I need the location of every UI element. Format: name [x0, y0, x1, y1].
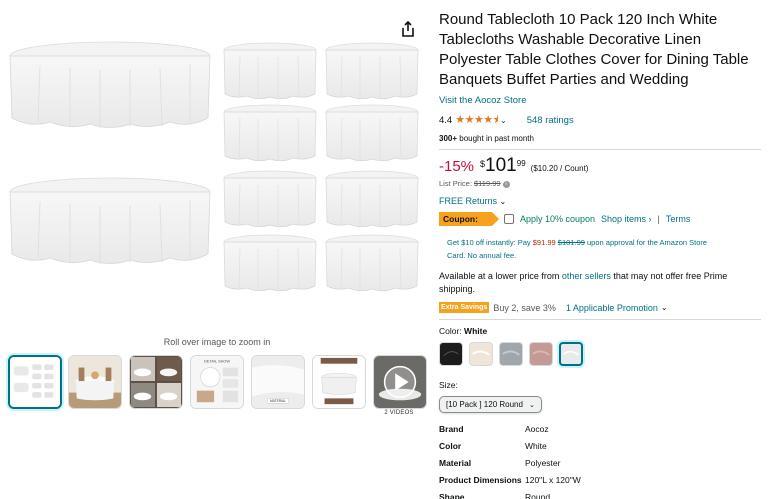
spec-row: Brand Aocoz	[439, 423, 761, 435]
extra-savings-badge: Extra Savings	[439, 302, 490, 313]
product-title: Round Tablecloth 10 Pack 120 Inch White …	[439, 11, 749, 88]
thumb-dining-table[interactable]	[68, 355, 122, 409]
unit-price: ($10.20 / Count)	[530, 164, 589, 173]
spec-key: Material	[439, 458, 472, 468]
rating-row: 4.4 ★★★★⯨ ⌄ 548 ratings	[439, 111, 761, 130]
separator: |	[657, 214, 660, 224]
coupon-row: Coupon: Apply 10% coupon Shop items › | …	[439, 212, 761, 226]
star-rating-icon[interactable]: ★★★★⯨	[455, 111, 498, 130]
thumb-detail-show-text: DETAIL SHOW	[204, 360, 230, 364]
spec-key: Color	[439, 441, 462, 451]
price-whole: 101	[485, 155, 517, 176]
size-label: Size:	[439, 380, 458, 390]
offer-text-a: Get $10 off instantly: Pay	[447, 238, 533, 247]
spec-key: Product Dimensions	[439, 475, 522, 485]
thumb-detail-show[interactable]: DETAIL SHOW	[190, 355, 244, 409]
other-sellers-link[interactable]: other sellers	[562, 271, 611, 281]
discount-percent: -15%	[439, 158, 475, 175]
store-card-offer[interactable]: Get $10 off instantly: Pay $91.99 $101.9…	[447, 236, 761, 262]
promo-text: Buy 2, save 3%	[493, 302, 556, 313]
swatch-ivory[interactable]	[469, 342, 493, 366]
spec-value: 120"L x 120"W	[525, 475, 581, 485]
bought-text: bought in past month	[457, 134, 534, 143]
spec-value: Polyester	[525, 458, 561, 468]
spec-key: Brand	[439, 424, 464, 434]
thumb-size-chart[interactable]	[312, 355, 366, 409]
price-row: -15% $ 101 99 ($10.20 / Count)	[439, 156, 761, 176]
chevron-down-icon: ⌄	[528, 401, 535, 409]
color-label: Color: White	[439, 326, 761, 336]
ratings-count-link[interactable]: 548 ratings	[527, 115, 574, 126]
spec-row: Color White	[439, 440, 761, 452]
spec-row: Shape Round	[439, 491, 761, 499]
terms-link[interactable]: Terms	[666, 214, 691, 224]
bought-count: 300+	[439, 134, 458, 143]
thumb-video[interactable]	[373, 355, 427, 409]
size-dropdown[interactable]: [10 Pack ] 120 Round ⌄	[439, 396, 542, 413]
rating-value: 4.4	[439, 115, 453, 126]
lower-text-a: Available at a lower price from	[439, 271, 562, 281]
bought-in-past-month: 300+ bought in past month	[439, 134, 761, 143]
spec-table: Brand Aocoz Color White Material Polyester …	[439, 423, 761, 499]
free-returns-label: FREE Returns	[439, 196, 498, 206]
thumb-material-text: MATERIAL	[270, 399, 286, 403]
info-icon[interactable]: i	[502, 180, 510, 188]
offer-pay: $91.99	[532, 238, 556, 247]
main-product-image[interactable]	[8, 40, 420, 302]
coupon-checkbox[interactable]	[503, 214, 514, 224]
spec-value: White	[525, 441, 547, 451]
applicable-promotion-link[interactable]: 1 Applicable Promotion	[566, 303, 658, 313]
list-price: List Price: $119.99 i	[439, 179, 761, 188]
swatch-blush[interactable]	[529, 342, 553, 366]
price-fraction: 99	[516, 159, 526, 168]
thumb-event-collage[interactable]	[129, 355, 183, 409]
zoom-hint: Roll over image to zoom in	[163, 337, 271, 347]
divider	[439, 149, 761, 150]
coupon-badge: Coupon:	[439, 212, 499, 226]
offer-text-b: upon approval for the Amazon Store	[584, 238, 708, 247]
divider	[439, 319, 761, 320]
offer-line-2: Card. No annual fee.	[447, 251, 517, 260]
spec-key: Shape	[439, 492, 465, 499]
spec-value: Round	[525, 492, 551, 499]
share-icon[interactable]	[400, 20, 416, 38]
spec-value: Aocoz	[525, 424, 549, 434]
shop-items-link[interactable]: Shop items ›	[601, 214, 652, 224]
thumb-pack-overview[interactable]	[8, 355, 62, 409]
list-price-value: $119.99	[474, 179, 501, 188]
lower-price-notice: Available at a lower price from other se…	[439, 270, 761, 296]
product-details: Round Tablecloth 10 Pack 120 Inch White …	[439, 10, 761, 499]
spec-row: Product Dimensions 120"L x 120"W	[439, 474, 761, 486]
chevron-down-icon: ⌄	[499, 197, 507, 206]
list-price-label: List Price:	[439, 179, 475, 188]
size-value: [10 Pack ] 120 Round	[446, 400, 523, 409]
videos-count-label: 2 VIDEOS	[384, 410, 414, 416]
chevron-down-icon[interactable]: ⌄	[661, 303, 668, 312]
promo-row: Extra Savings Buy 2, save 3% 1 Applicabl…	[439, 302, 761, 313]
swatch-gray[interactable]	[499, 342, 523, 366]
offer-line-1: Get $10 off instantly: Pay $91.99 $101.9…	[447, 236, 761, 249]
swatch-black[interactable]	[439, 342, 463, 366]
free-returns-link[interactable]: FREE Returns ⌄	[439, 196, 761, 206]
color-label-text: Color:	[439, 326, 465, 336]
color-value: White	[464, 326, 488, 336]
coupon-text: Apply 10% coupon	[519, 214, 595, 224]
swatch-white[interactable]	[559, 342, 583, 366]
thumb-material[interactable]: MATERIAL	[251, 355, 305, 409]
color-swatches	[439, 342, 761, 366]
store-link[interactable]: Visit the Aocoz Store	[439, 95, 761, 106]
offer-old-price: $101.99	[557, 238, 585, 247]
spec-row: Material Polyester	[439, 457, 761, 469]
chevron-down-icon[interactable]: ⌄	[500, 116, 507, 125]
